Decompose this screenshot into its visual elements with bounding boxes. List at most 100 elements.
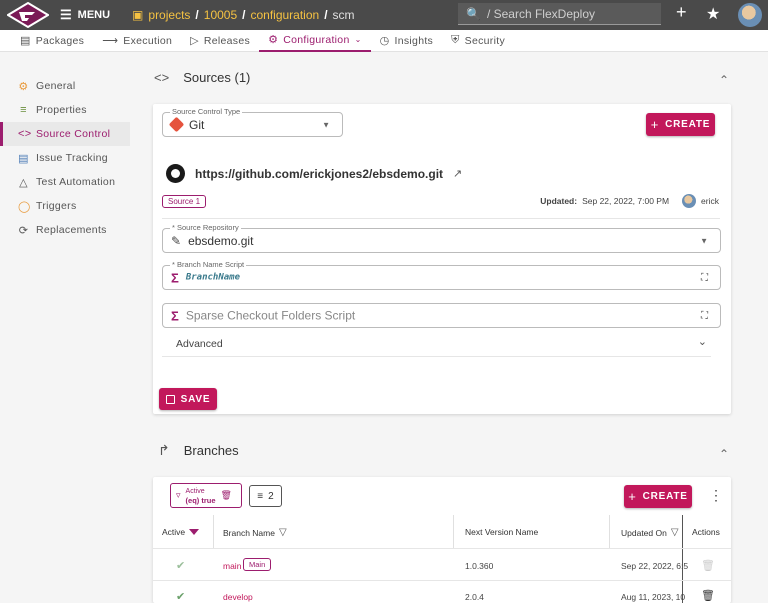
column-label: Branch Name [223, 527, 275, 538]
column-divider [453, 515, 454, 549]
menu-button[interactable]: ☰ MENU [60, 7, 110, 23]
column-header-branch-name[interactable]: Branch Name ▽ [223, 527, 287, 538]
github-icon [166, 164, 185, 183]
code-icon: <> [154, 70, 170, 85]
source-repository-value: ebsdemo.git [188, 233, 254, 248]
column-header-next-version[interactable]: Next Version Name [465, 527, 538, 537]
updated-info: Updated: Sep 22, 2022, 7:00 PM erick [540, 194, 719, 208]
save-button[interactable]: SAVE [159, 388, 217, 410]
button-label: SAVE [180, 393, 211, 405]
save-icon [165, 394, 175, 404]
source-tag: Source 1 [162, 195, 207, 208]
updated-value: Sep 22, 2022, 7:00 PM [582, 196, 670, 206]
tab-releases[interactable]: ▷ Releases [181, 30, 259, 52]
breadcrumb-separator: / [195, 8, 199, 22]
chevron-up-icon[interactable]: ⌃ [719, 73, 729, 87]
fullscreen-icon[interactable]: ⛶ [701, 310, 708, 321]
main-branch-tag: Main [243, 558, 272, 571]
filter-icon[interactable] [189, 529, 200, 535]
dropdown-arrow-icon: ▼ [700, 236, 708, 245]
branches-header[interactable]: ↱ Branches [158, 442, 239, 459]
tab-label: Security [464, 34, 506, 47]
external-link-icon[interactable]: ↗ [453, 167, 462, 180]
tab-security[interactable]: ⛨ Security [442, 30, 514, 52]
tab-execution[interactable]: ⟶ Execution [93, 30, 181, 52]
button-label: CREATE [665, 119, 711, 130]
tab-label: Execution [123, 34, 173, 47]
filter-icon[interactable]: ▽ [279, 527, 287, 538]
column-header-updated-on[interactable]: Updated On ▽ [621, 527, 679, 538]
divider [162, 218, 720, 219]
filter-chip-field: Active [185, 487, 205, 495]
tab-configuration[interactable]: ⚙ Configuration ⌄ [259, 30, 371, 52]
branches-card: ▿ Active (eq) true 🗑 ≡ 2 + CREATE ⋮ Acti… [153, 477, 731, 603]
sidebar-item-issue-tracking[interactable]: ▤ Issue Tracking [0, 146, 130, 170]
next-version-value: 1.0.360 [465, 561, 494, 571]
trash-icon[interactable]: 🗑 [221, 490, 232, 501]
tab-label: Packages [35, 34, 85, 47]
sources-header[interactable]: <> Sources (1) [154, 70, 250, 85]
column-label: Active [162, 527, 186, 537]
dropdown-arrow-icon: ▼ [322, 120, 330, 129]
branch-name-script-field[interactable]: * Branch Name Script Σ BranchName ⛶ [162, 260, 721, 290]
plus-icon: + [650, 117, 660, 132]
field-label: * Source Repository [170, 223, 241, 232]
button-label: CREATE [642, 491, 688, 502]
active-filter-chip[interactable]: ▿ Active (eq) true 🗑 [170, 483, 242, 508]
breadcrumb-configuration[interactable]: configuration [250, 8, 319, 22]
trash-icon[interactable]: 🗑 [701, 589, 715, 602]
search-input[interactable]: 🔍 / Search FlexDeploy [458, 3, 661, 25]
updated-on-value: Aug 11, 2023, 10 [621, 592, 686, 602]
column-header-active[interactable]: Active [162, 527, 200, 537]
column-header-actions: Actions [692, 527, 720, 537]
source-repository-select[interactable]: * Source Repository ✎ ebsdemo.git ▼ [162, 223, 721, 253]
sidebar-item-triggers[interactable]: ◯ Triggers [0, 194, 130, 218]
source-control-type-select[interactable]: Source Control Type Git ▼ [162, 107, 343, 137]
sigma-icon: Σ [171, 308, 179, 323]
branch-name-link[interactable]: main [223, 561, 241, 571]
row-divider [153, 580, 731, 581]
top-bar: ☰ MENU ▣ projects / 10005 / configuratio… [0, 0, 768, 30]
user-avatar[interactable] [738, 3, 762, 27]
sidebar-item-general[interactable]: ⚙ General [0, 74, 130, 98]
source-control-type-value: Git [189, 117, 205, 132]
branch-name-link[interactable]: develop [223, 592, 253, 602]
folder-icon: ▣ [132, 8, 144, 22]
flexdeploy-logo[interactable] [0, 0, 56, 30]
checkmark-icon: ✔ [176, 560, 186, 572]
column-divider [609, 515, 610, 549]
clipboard-icon: ▤ [18, 152, 29, 165]
pencil-icon: ✎ [171, 233, 182, 248]
sidebar-item-properties[interactable]: ≡ Properties [0, 98, 130, 122]
gear-icon: ⚙ [268, 34, 279, 46]
sparse-checkout-field[interactable]: Σ Sparse Checkout Folders Script ⛶ [162, 303, 721, 328]
sidebar-item-label: Test Automation [36, 176, 116, 188]
filter-icon[interactable]: ▽ [671, 527, 679, 538]
sidebar-item-test-automation[interactable]: △ Test Automation [0, 170, 130, 194]
sparse-checkout-placeholder: Sparse Checkout Folders Script [185, 308, 356, 323]
add-icon[interactable]: + [676, 2, 687, 23]
list-icon: ≡ [20, 104, 27, 116]
create-source-button[interactable]: + CREATE [646, 113, 715, 136]
filter-chip-value: (eq) true [185, 495, 216, 505]
breadcrumb-projects[interactable]: projects [148, 8, 190, 22]
sort-button[interactable]: ≡ 2 [249, 485, 282, 507]
tab-insights[interactable]: ◷ Insights [371, 30, 443, 52]
sidebar-item-source-control[interactable]: <> Source Control [0, 122, 130, 146]
trash-icon: 🗑 [701, 560, 715, 572]
tab-packages[interactable]: ▤ Packages [0, 30, 93, 52]
sidebar-item-label: Replacements [36, 224, 107, 236]
fullscreen-icon[interactable]: ⛶ [701, 272, 708, 283]
branch-icon: ↱ [158, 442, 170, 458]
star-icon[interactable]: ★ [706, 4, 720, 24]
more-options-icon[interactable]: ⋮ [709, 487, 723, 504]
git-icon [168, 116, 185, 133]
release-icon: ▷ [190, 35, 199, 47]
sidebar-item-replacements[interactable]: ⟳ Replacements [0, 218, 130, 242]
chevron-up-icon[interactable]: ⌃ [719, 447, 729, 461]
create-branch-button[interactable]: + CREATE [624, 485, 692, 508]
breadcrumb-project-id[interactable]: 10005 [204, 8, 237, 22]
advanced-expander[interactable]: Advanced ⌄ [162, 333, 711, 357]
sidebar-item-label: Issue Tracking [36, 152, 108, 164]
column-resize-handle[interactable] [682, 515, 683, 603]
